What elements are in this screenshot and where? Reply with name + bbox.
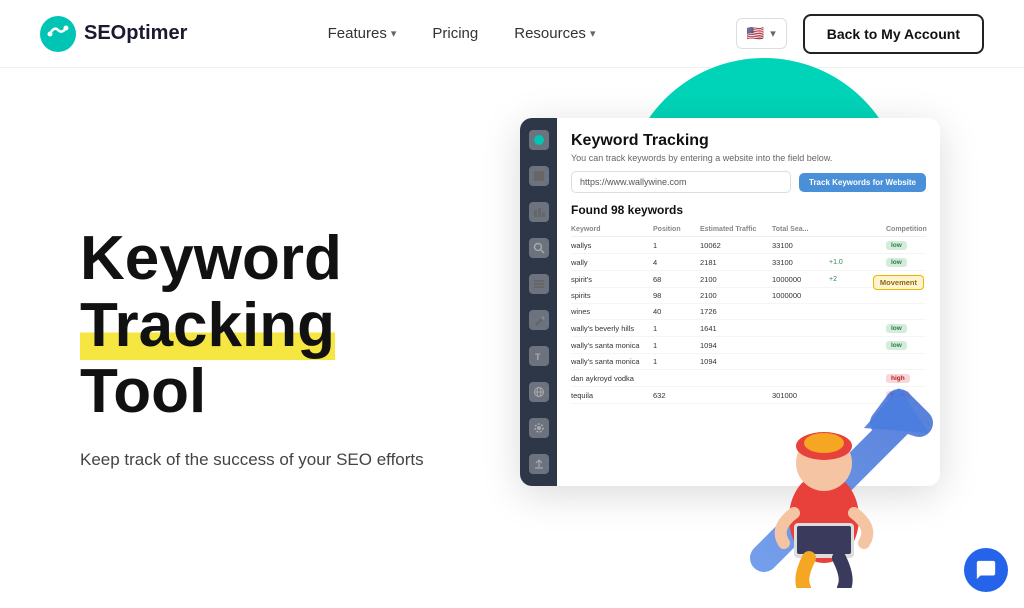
nav-resources[interactable]: Resources ▾	[500, 17, 609, 50]
sidebar-upload-icon	[529, 454, 549, 474]
sidebar-t-icon: T	[529, 346, 549, 366]
main-nav: Features ▾ Pricing Resources ▾	[314, 17, 610, 50]
nav-features[interactable]: Features ▾	[314, 17, 411, 50]
table-row: wally's santa monica 1 1094	[571, 354, 926, 370]
card-subtitle: You can track keywords by entering a web…	[571, 153, 926, 163]
col-keyword: Keyword	[571, 226, 651, 233]
sidebar-edit-icon	[529, 166, 549, 186]
hero-title: Keyword Tracking Tool	[80, 226, 500, 427]
hero-subtitle: Keep track of the success of your SEO ef…	[80, 450, 500, 470]
table-row: wines 40 1726	[571, 304, 926, 320]
col-traffic: Estimated Traffic	[700, 226, 770, 233]
logo[interactable]: SEOptimer	[40, 16, 187, 52]
hero-section: Keyword Tracking Tool Keep track of the …	[0, 68, 1024, 608]
col-movement	[829, 226, 884, 233]
track-button[interactable]: Track Keywords for Website	[799, 173, 926, 192]
card-sidebar: T	[520, 118, 557, 486]
col-position: Position	[653, 226, 698, 233]
sidebar-bar-icon	[529, 274, 549, 294]
col-competition: Competition	[886, 226, 926, 233]
card-title: Keyword Tracking	[571, 132, 926, 150]
sidebar-logo-icon	[529, 130, 549, 150]
character-illustration	[744, 388, 904, 588]
table-row: wally 4 2181 33100 +1.0 low	[571, 254, 926, 271]
chevron-down-icon: ▾	[391, 27, 397, 40]
table-row: spirits 98 2100 1000000	[571, 288, 926, 304]
svg-text:T: T	[535, 352, 541, 362]
table-header-row: Keyword Position Estimated Traffic Total…	[571, 223, 926, 237]
sidebar-globe-icon	[529, 382, 549, 402]
logo-text: SEOptimer	[84, 22, 187, 45]
logo-icon	[40, 16, 76, 52]
keywords-table: Keyword Position Estimated Traffic Total…	[571, 223, 926, 404]
movement-badge: Movement	[873, 275, 924, 290]
header-right: 🇺🇸 ▾ Back to My Account	[736, 14, 984, 54]
keyword-search-bar: https://www.wallywine.com Track Keywords…	[571, 171, 926, 193]
chevron-down-icon: ▾	[770, 27, 776, 40]
col-total: Total Sea...	[772, 226, 827, 233]
chat-bubble-button[interactable]	[964, 548, 1008, 592]
website-input[interactable]: https://www.wallywine.com	[571, 171, 791, 193]
table-row: wallys 1 10062 33100 low	[571, 237, 926, 254]
back-to-account-button[interactable]: Back to My Account	[803, 14, 984, 54]
flag-icon: 🇺🇸	[747, 25, 764, 42]
table-row: wally's beverly hills 1 1641 low	[571, 320, 926, 337]
found-keywords-count: Found 98 keywords	[571, 203, 926, 217]
sidebar-gear-icon	[529, 418, 549, 438]
hero-left: Keyword Tracking Tool Keep track of the …	[80, 226, 500, 471]
chevron-down-icon: ▾	[590, 27, 596, 40]
header: SEOptimer Features ▾ Pricing Resources ▾…	[0, 0, 1024, 68]
sidebar-pen-icon	[529, 310, 549, 330]
nav-pricing[interactable]: Pricing	[418, 17, 492, 50]
language-selector[interactable]: 🇺🇸 ▾	[736, 18, 787, 49]
table-row: wally's santa monica 1 1094 low	[571, 337, 926, 354]
sidebar-chart-icon	[529, 202, 549, 222]
chat-icon	[975, 559, 997, 581]
hero-right: T Keyword Tracking You can track keyword…	[500, 88, 964, 608]
sidebar-search-icon	[529, 238, 549, 258]
